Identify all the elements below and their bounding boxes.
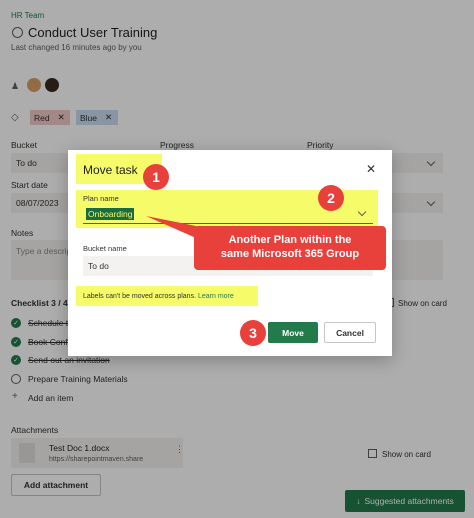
callout-line-1: Another Plan within the [228,234,352,246]
callout-line-2: same Microsoft 365 Group [220,248,360,260]
callout-box: Another Plan within the same Microsoft 3… [194,226,386,270]
callout-arrow [146,216,196,238]
